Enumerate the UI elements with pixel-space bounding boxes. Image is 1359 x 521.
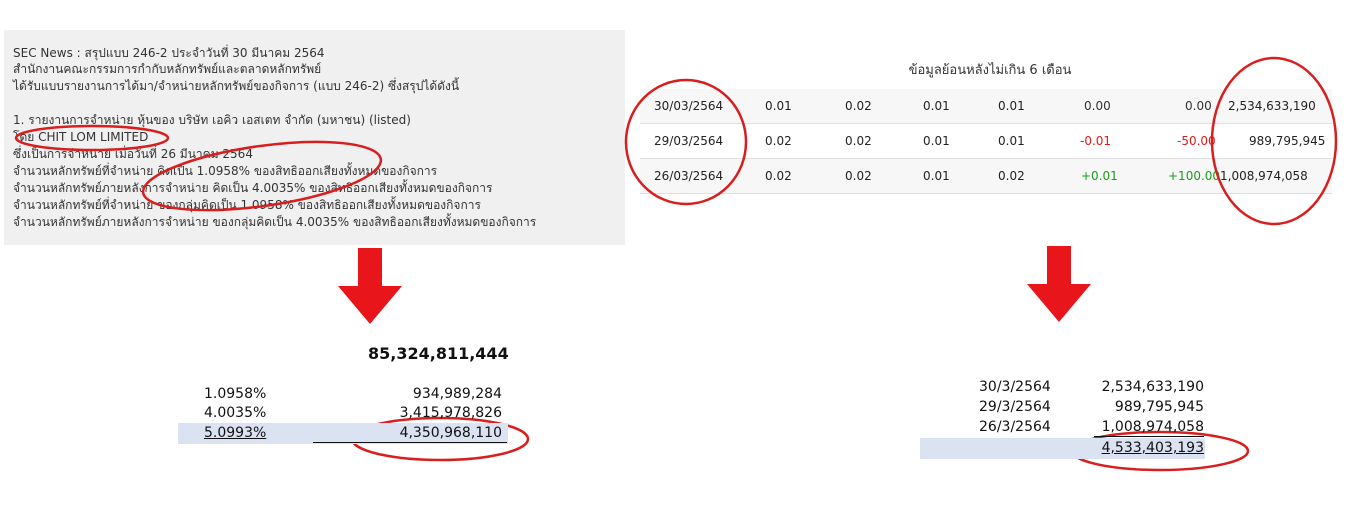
circle-volumes	[1210, 56, 1338, 226]
percent-label: 4.0035%	[204, 405, 267, 421]
sum-amount: 4,350,968,110	[399, 425, 502, 441]
amount-value: 3,415,978,826	[399, 405, 502, 421]
circle-chit-lom	[14, 124, 170, 152]
circle-dates	[624, 78, 748, 206]
sum-underline	[313, 442, 507, 443]
date-label: 30/3/2564	[979, 379, 1051, 395]
arrow-down-icon	[1027, 246, 1091, 322]
total-shares: 85,324,811,444	[368, 344, 509, 363]
amount-value: 934,989,284	[412, 386, 502, 402]
sum-volume: 4,533,403,193	[1101, 440, 1204, 456]
volume-value: 989,795,945	[1114, 399, 1204, 415]
date-label: 26/3/2564	[979, 419, 1051, 435]
circle-percent-lines	[141, 140, 383, 212]
volume-value: 2,534,633,190	[1101, 379, 1204, 395]
sum-percent: 5.0993%	[204, 425, 267, 441]
sum-top-line	[1094, 436, 1204, 437]
date-label: 29/3/2564	[979, 399, 1051, 415]
arrow-down-icon	[338, 248, 402, 324]
volume-value: 1,008,974,058	[1101, 419, 1204, 435]
percent-label: 1.0958%	[204, 386, 267, 402]
